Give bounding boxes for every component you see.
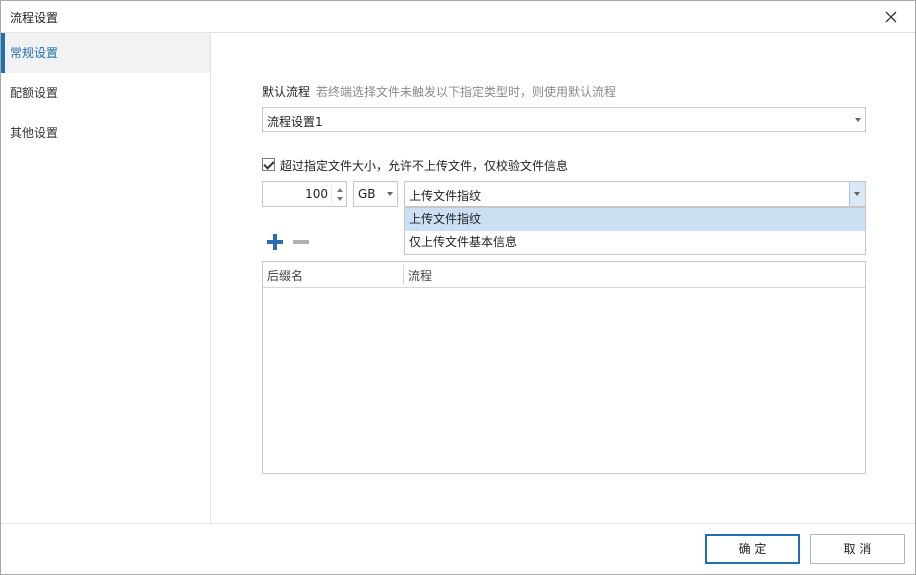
- main-panel: 默认流程 若终端选择文件未触发以下指定类型时，则使用默认流程 流程设置1 超过指定…: [212, 33, 915, 523]
- stepper-divider: [331, 185, 332, 203]
- upload-mode-options: 上传文件指纹 仅上传文件基本信息: [404, 207, 866, 255]
- default-flow-select[interactable]: 流程设置1: [262, 107, 866, 132]
- upload-mode-select[interactable]: 上传文件指纹: [404, 181, 866, 207]
- size-unit-select[interactable]: GB: [353, 181, 398, 207]
- sidebar: 常规设置 配额设置 其他设置: [1, 33, 211, 523]
- chevron-down-icon: [855, 118, 861, 122]
- table-header: 后缀名 流程: [263, 262, 865, 288]
- size-limit-checkbox[interactable]: [262, 158, 275, 171]
- flow-settings-dialog: 流程设置 常规设置 配额设置 其他设置 默认流程 若终端选择文件未触发以下指定类型…: [0, 0, 916, 575]
- size-limit-checkbox-label: 超过指定文件大小，允许不上传文件，仅校验文件信息: [280, 159, 569, 173]
- cancel-button[interactable]: 取 消: [810, 534, 905, 564]
- sidebar-item-label: 配额设置: [10, 86, 59, 100]
- size-value-stepper[interactable]: 100: [262, 181, 347, 207]
- close-icon[interactable]: [881, 7, 901, 27]
- chevron-down-icon: [854, 192, 860, 196]
- default-flow-hint: 若终端选择文件未触发以下指定类型时，则使用默认流程: [316, 85, 617, 99]
- title-bar: 流程设置: [1, 1, 915, 33]
- default-flow-value: 流程设置1: [267, 115, 323, 129]
- sidebar-item-label: 常规设置: [10, 46, 59, 60]
- footer-divider: [1, 523, 915, 524]
- chevron-down-icon: [387, 192, 393, 196]
- sidebar-item-quota[interactable]: 配额设置: [1, 73, 210, 113]
- extension-flow-table: 后缀名 流程: [262, 261, 866, 474]
- minus-icon[interactable]: [292, 233, 310, 251]
- plus-icon[interactable]: [266, 233, 284, 251]
- ok-button[interactable]: 确 定: [705, 534, 800, 564]
- stepper-up-icon[interactable]: [337, 188, 343, 192]
- upload-mode-value: 上传文件指纹: [409, 189, 482, 203]
- upload-mode-option[interactable]: 上传文件指纹: [405, 208, 865, 231]
- default-flow-label-row: 默认流程 若终端选择文件未触发以下指定类型时，则使用默认流程: [262, 83, 616, 100]
- size-value: 100: [305, 187, 328, 201]
- default-flow-label: 默认流程: [262, 85, 311, 99]
- column-header-extension[interactable]: 后缀名: [267, 267, 303, 284]
- upload-mode-option[interactable]: 仅上传文件基本信息: [405, 231, 865, 254]
- stepper-down-icon[interactable]: [337, 197, 343, 201]
- sidebar-item-general[interactable]: 常规设置: [1, 33, 210, 73]
- column-divider[interactable]: [403, 265, 404, 285]
- size-unit-value: GB: [358, 187, 376, 201]
- sidebar-item-label: 其他设置: [10, 126, 59, 140]
- dropdown-button[interactable]: [849, 182, 865, 206]
- column-header-flow[interactable]: 流程: [408, 267, 432, 284]
- window-title: 流程设置: [10, 11, 59, 25]
- sidebar-item-other[interactable]: 其他设置: [1, 113, 210, 153]
